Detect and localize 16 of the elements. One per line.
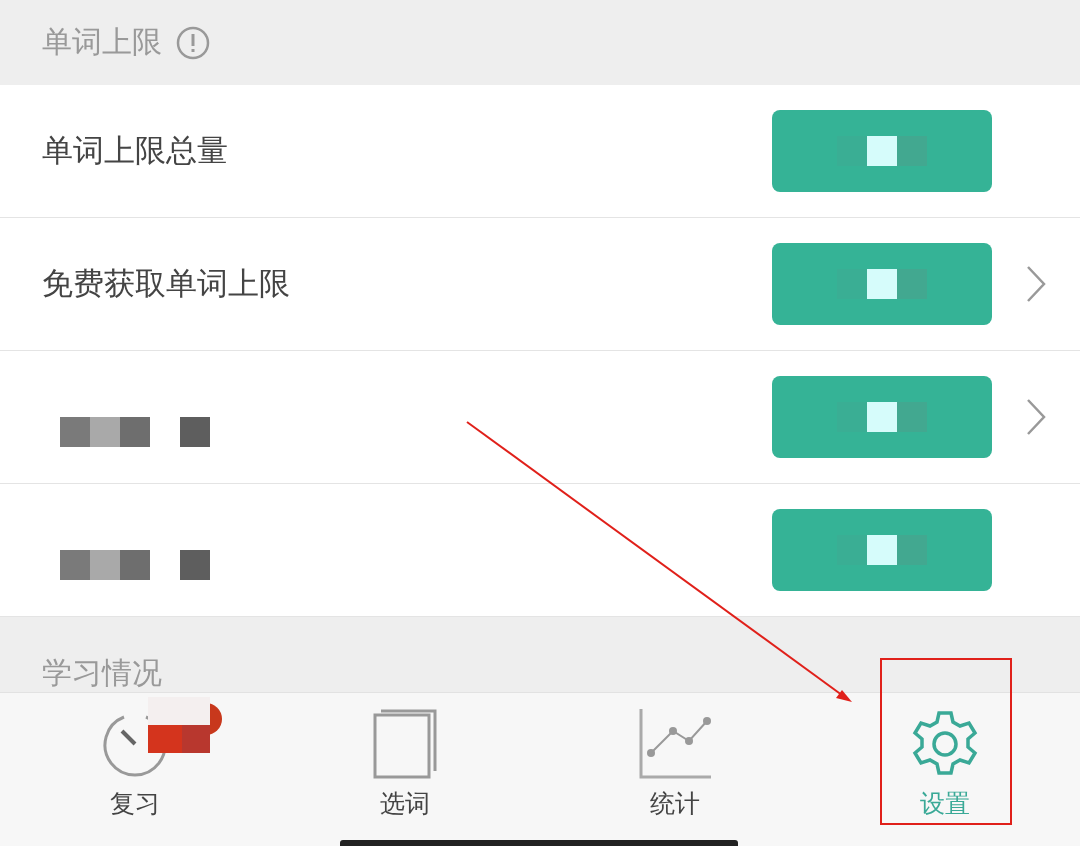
row-label: 免费获取单词上限: [42, 264, 290, 303]
tab[interactable]: 复习: [0, 693, 270, 846]
value-button[interactable]: [772, 110, 992, 192]
tab[interactable]: 选词: [270, 693, 540, 846]
chevron-right-icon[interactable]: [1026, 398, 1046, 436]
value-button[interactable]: [772, 243, 992, 325]
value-button[interactable]: [772, 509, 992, 591]
info-icon[interactable]: [176, 25, 210, 60]
line-chart-icon: [639, 709, 711, 779]
section-title: 学习情况: [42, 655, 162, 690]
tab[interactable]: 统计: [540, 693, 810, 846]
row-label: 单词上限总量: [42, 131, 228, 170]
chevron-right-icon[interactable]: [1026, 265, 1046, 303]
section-title: 单词上限: [42, 23, 162, 61]
book-icon: [373, 709, 437, 779]
value-button[interactable]: [772, 376, 992, 458]
